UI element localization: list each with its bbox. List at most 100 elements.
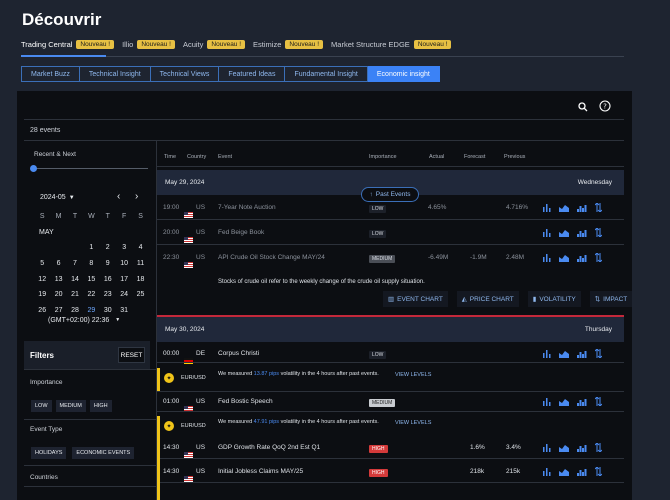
impact-icon[interactable]: [595, 467, 602, 476]
view-levels-link[interactable]: VIEW LEVELS: [395, 420, 431, 426]
calendar-day[interactable]: 23: [100, 291, 116, 298]
calendar-day[interactable]: 27: [50, 307, 66, 314]
calendar-day[interactable]: 6: [50, 260, 66, 267]
calendar-day[interactable]: 8: [83, 260, 99, 267]
calendar-day[interactable]: 4: [132, 244, 148, 251]
next-month-icon[interactable]: ›: [135, 191, 138, 202]
tab-acuity[interactable]: Acuity Nouveau !: [183, 40, 246, 49]
prev-month-icon[interactable]: ‹: [117, 191, 120, 202]
volatility-icon[interactable]: [577, 468, 587, 476]
calendar-day[interactable]: 12: [34, 276, 50, 283]
calendar-day[interactable]: 28: [67, 307, 83, 314]
calendar-day[interactable]: 3: [116, 244, 132, 251]
area-chart-icon[interactable]: [559, 204, 569, 212]
event-name[interactable]: Corpus Christi: [218, 350, 259, 357]
calendar-day[interactable]: 29: [83, 307, 99, 314]
event-type-holidays-chip[interactable]: HOLIDAYS: [31, 447, 67, 459]
price-chart-button[interactable]: ◭ PRICE CHART: [456, 291, 519, 307]
subtab-market-buzz[interactable]: Market Buzz: [21, 66, 80, 82]
bar-chart-icon[interactable]: [543, 467, 551, 476]
timezone-select[interactable]: (GMT+02:00) 22:36 ▼: [48, 317, 120, 324]
search-icon[interactable]: [577, 101, 589, 113]
calendar-day[interactable]: 5: [34, 260, 50, 267]
volatility-button[interactable]: ▮ VOLATILITY: [527, 291, 581, 307]
event-country: US: [196, 398, 206, 405]
calendar-day[interactable]: 13: [50, 276, 66, 283]
calendar-day[interactable]: 31: [116, 307, 132, 314]
bar-chart-icon[interactable]: [543, 349, 551, 358]
volatility-icon[interactable]: [577, 350, 587, 358]
importance-low-chip[interactable]: LOW: [31, 400, 52, 412]
calendar-day[interactable]: 11: [132, 260, 148, 267]
volatility-icon[interactable]: [577, 398, 587, 406]
impact-icon[interactable]: [595, 349, 602, 358]
calendar-day[interactable]: 19: [34, 291, 50, 298]
calendar-day[interactable]: 30: [100, 307, 116, 314]
view-levels-link[interactable]: VIEW LEVELS: [395, 372, 431, 378]
tab-market-structure-edge[interactable]: Market Structure EDGE Nouveau !: [331, 40, 452, 49]
tab-illio[interactable]: Illio Nouveau !: [122, 40, 175, 49]
calendar-day[interactable]: 20: [50, 291, 66, 298]
calendar-day[interactable]: 22: [83, 291, 99, 298]
importance-high-chip[interactable]: HIGH: [89, 400, 112, 412]
area-chart-icon[interactable]: [559, 468, 569, 476]
calendar-day[interactable]: 25: [132, 291, 148, 298]
past-events-button[interactable]: ↑ Past Events: [361, 187, 419, 202]
calendar-day[interactable]: 16: [100, 276, 116, 283]
calendar-day[interactable]: 15: [83, 276, 99, 283]
calendar-day[interactable]: 2: [100, 244, 116, 251]
bar-chart-icon[interactable]: [543, 443, 551, 452]
area-chart-icon[interactable]: [559, 254, 569, 262]
calendar-day[interactable]: 1: [83, 244, 99, 251]
impact-icon[interactable]: [595, 228, 602, 237]
subtab-economic-insight[interactable]: Economic insight: [367, 66, 440, 82]
event-type-economic-chip[interactable]: ECONOMIC EVENTS: [72, 447, 135, 459]
area-chart-icon[interactable]: [559, 229, 569, 237]
range-slider-handle[interactable]: [30, 165, 37, 172]
reset-button[interactable]: RESET: [118, 347, 145, 363]
event-name[interactable]: API Crude Oil Stock Change MAY/24: [218, 254, 325, 261]
month-select[interactable]: 2024-05 ▼: [40, 194, 75, 201]
volatility-icon[interactable]: [577, 229, 587, 237]
subtab-fundamental-insight[interactable]: Fundamental Insight: [285, 66, 368, 82]
event-name[interactable]: Initial Jobless Claims MAY/25: [218, 468, 303, 475]
tab-trading-central[interactable]: Trading Central Nouveau !: [21, 40, 115, 49]
impact-button[interactable]: ⇅ IMPACT: [589, 291, 633, 307]
importance-medium-chip[interactable]: MEDIUM: [55, 400, 86, 412]
subtab-technical-views[interactable]: Technical Views: [150, 66, 220, 82]
event-name[interactable]: GDP Growth Rate QoQ 2nd Est Q1: [218, 444, 320, 451]
help-icon[interactable]: ?: [599, 100, 611, 112]
area-chart-icon[interactable]: [559, 350, 569, 358]
event-type-label: Event Type: [30, 426, 63, 433]
bar-chart-icon[interactable]: [543, 228, 551, 237]
event-name[interactable]: 7-Year Note Auction: [218, 204, 276, 211]
area-chart-icon[interactable]: [559, 444, 569, 452]
impact-icon[interactable]: [595, 443, 602, 452]
calendar-day[interactable]: 9: [100, 260, 116, 267]
subtab-featured-ideas[interactable]: Featured Ideas: [219, 66, 286, 82]
volatility-icon[interactable]: [577, 254, 587, 262]
event-name[interactable]: Fed Beige Book: [218, 229, 264, 236]
bar-chart-icon[interactable]: [543, 253, 551, 262]
event-name[interactable]: Fed Bostic Speech: [218, 398, 273, 405]
calendar-day[interactable]: 7: [67, 260, 83, 267]
impact-icon[interactable]: [595, 203, 602, 212]
bar-chart-icon[interactable]: [543, 203, 551, 212]
impact-icon[interactable]: [595, 397, 602, 406]
calendar-day[interactable]: 26: [34, 307, 50, 314]
bar-chart-icon[interactable]: [543, 397, 551, 406]
subtab-technical-insight[interactable]: Technical Insight: [79, 66, 151, 82]
highlight-bar: [157, 368, 160, 391]
impact-icon[interactable]: [595, 253, 602, 262]
volatility-icon[interactable]: [577, 204, 587, 212]
calendar-day[interactable]: 24: [116, 291, 132, 298]
calendar-day[interactable]: 17: [116, 276, 132, 283]
calendar-day[interactable]: 21: [67, 291, 83, 298]
calendar-day[interactable]: 18: [132, 276, 148, 283]
calendar-day[interactable]: 14: [67, 276, 83, 283]
area-chart-icon[interactable]: [559, 398, 569, 406]
calendar-day[interactable]: 10: [116, 260, 132, 267]
volatility-icon[interactable]: [577, 444, 587, 452]
event-chart-button[interactable]: ▥ EVENT CHART: [383, 291, 448, 307]
tab-estimize[interactable]: Estimize Nouveau !: [253, 40, 324, 49]
